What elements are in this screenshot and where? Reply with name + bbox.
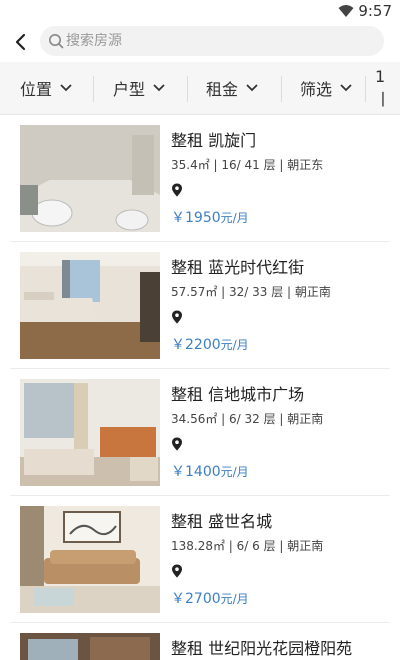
back-arrow-icon xyxy=(15,33,26,51)
search-box[interactable] xyxy=(40,26,384,56)
listing-photo xyxy=(20,125,160,232)
filter-rent-label: 租金 xyxy=(206,80,239,99)
price-unit: 元/月 xyxy=(220,465,249,479)
listing-item[interactable]: 整租 信地城市广场 34.56㎡ | 6/ 32 层 | 朝正南 ￥1400元/… xyxy=(0,369,400,496)
price-unit: 元/月 xyxy=(220,338,249,352)
filter-layout-label: 户型 xyxy=(113,80,146,99)
price-unit: 元/月 xyxy=(220,592,249,606)
price-amount: ￥1950 xyxy=(171,210,221,226)
filter-more-label: 筛选 xyxy=(300,80,333,99)
search-icon xyxy=(49,34,64,49)
filter-more[interactable]: 筛选 xyxy=(300,62,352,114)
filter-divider xyxy=(187,76,188,102)
listing-title: 整租 信地城市广场 xyxy=(171,385,305,404)
chevron-down-icon xyxy=(340,84,352,92)
price-amount: ￥1400 xyxy=(171,464,221,480)
listing-title: 整租 凯旋门 xyxy=(171,131,257,150)
listing-item[interactable]: 整租 凯旋门 35.4㎡ | 16/ 41 层 | 朝正东 ￥1950元/月 xyxy=(0,115,400,242)
chevron-down-icon xyxy=(60,84,72,92)
location-pin-icon xyxy=(172,564,182,578)
location-pin-icon xyxy=(172,183,182,197)
status-bar: 9:57 xyxy=(0,0,400,22)
listing-price: ￥1950元/月 xyxy=(171,207,249,227)
search-input[interactable] xyxy=(66,26,366,56)
listing-item[interactable]: 整租 盛世名城 138.28㎡ | 6/ 6 层 | 朝正南 ￥2700元/月 xyxy=(0,496,400,623)
listing-item[interactable]: 整租 世纪阳光花园橙阳苑 xyxy=(0,623,400,660)
location-pin-icon xyxy=(172,437,182,451)
listing-photo xyxy=(20,633,160,660)
filter-sort-label: 1丨 xyxy=(375,66,392,109)
chevron-down-icon xyxy=(246,84,258,92)
filter-layout[interactable]: 户型 xyxy=(113,62,165,114)
filter-location-label: 位置 xyxy=(20,80,53,99)
filter-divider xyxy=(281,76,282,102)
listing-title: 整租 蓝光时代红街 xyxy=(171,258,305,277)
listing-details: 35.4㎡ | 16/ 41 层 | 朝正东 xyxy=(171,158,324,172)
listing-price: ￥2200元/月 xyxy=(171,334,249,354)
location-pin-icon xyxy=(172,310,182,324)
header xyxy=(0,22,400,62)
price-amount: ￥2700 xyxy=(171,591,221,607)
listing-title: 整租 世纪阳光花园橙阳苑 xyxy=(171,639,353,658)
price-unit: 元/月 xyxy=(220,211,249,225)
filter-location[interactable]: 位置 xyxy=(20,62,72,114)
listing-item[interactable]: 整租 蓝光时代红街 57.57㎡ | 32/ 33 层 | 朝正南 ￥2200元… xyxy=(0,242,400,369)
filter-sort[interactable]: 1丨 xyxy=(375,62,400,114)
chevron-down-icon xyxy=(153,84,165,92)
price-amount: ￥2200 xyxy=(171,337,221,353)
filter-bar: 位置 户型 租金 筛选 1丨 xyxy=(0,62,400,115)
listing-price: ￥2700元/月 xyxy=(171,588,249,608)
wifi-icon xyxy=(338,5,354,17)
filter-divider xyxy=(365,76,366,102)
back-button[interactable] xyxy=(8,28,34,56)
listing-price: ￥1400元/月 xyxy=(171,461,249,481)
filter-divider xyxy=(93,76,94,102)
listing-title: 整租 盛世名城 xyxy=(171,512,273,531)
status-time: 9:57 xyxy=(358,2,392,20)
listing-photo xyxy=(20,252,160,359)
listing-photo xyxy=(20,379,160,486)
listing-photo xyxy=(20,506,160,613)
filter-rent[interactable]: 租金 xyxy=(206,62,258,114)
listing-details: 34.56㎡ | 6/ 32 层 | 朝正南 xyxy=(171,412,324,426)
listing-details: 138.28㎡ | 6/ 6 层 | 朝正南 xyxy=(171,539,324,553)
listing-details: 57.57㎡ | 32/ 33 层 | 朝正南 xyxy=(171,285,331,299)
